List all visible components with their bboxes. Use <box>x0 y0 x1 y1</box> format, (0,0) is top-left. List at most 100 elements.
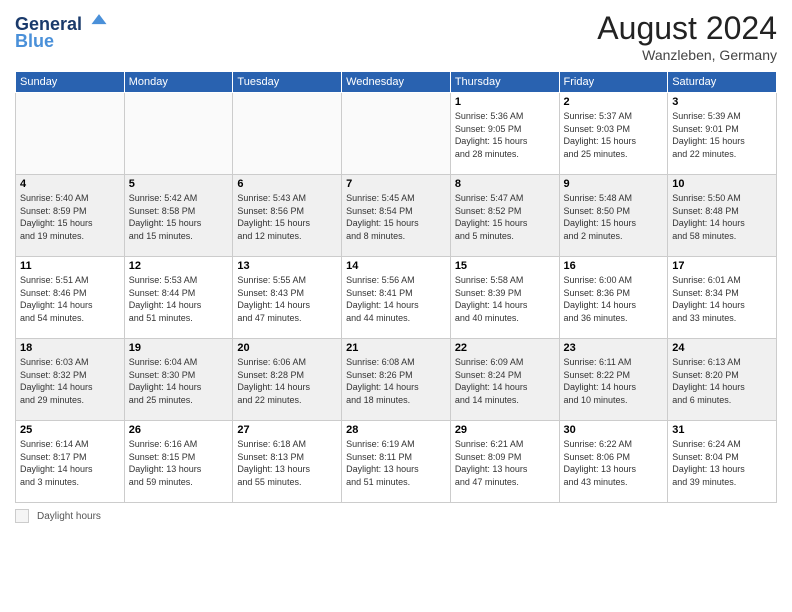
day-info: Sunrise: 5:40 AM Sunset: 8:59 PM Dayligh… <box>20 192 120 242</box>
day-info: Sunrise: 5:53 AM Sunset: 8:44 PM Dayligh… <box>129 274 229 324</box>
calendar-cell-1-1 <box>16 93 125 175</box>
day-info: Sunrise: 6:16 AM Sunset: 8:15 PM Dayligh… <box>129 438 229 488</box>
day-number: 10 <box>672 178 772 190</box>
day-info: Sunrise: 5:48 AM Sunset: 8:50 PM Dayligh… <box>564 192 664 242</box>
day-number: 3 <box>672 96 772 108</box>
calendar-cell-3-6: 16Sunrise: 6:00 AM Sunset: 8:36 PM Dayli… <box>559 257 668 339</box>
calendar-cell-5-5: 29 Sunrise: 6:21 AM Sunset: 8:09 PM Dayli… <box>450 421 559 503</box>
calendar-body: 1 Sunrise: 5:36 AM Sunset: 9:05 PM Daylig… <box>16 93 777 503</box>
calendar-cell-4-4: 21Sunrise: 6:08 AM Sunset: 8:26 PM Dayli… <box>342 339 451 421</box>
logo-icon <box>89 10 109 30</box>
day-number: 30 <box>564 424 664 436</box>
calendar-cell-1-3 <box>233 93 342 175</box>
calendar-cell-5-4: 28 Sunrise: 6:19 AM Sunset: 8:11 PM Dayli… <box>342 421 451 503</box>
day-info: Sunrise: 6:14 AM Sunset: 8:17 PM Dayligh… <box>20 438 120 488</box>
calendar-cell-4-6: 23Sunrise: 6:11 AM Sunset: 8:22 PM Dayli… <box>559 339 668 421</box>
day-number: 29 <box>455 424 555 436</box>
calendar-cell-3-7: 17 Sunrise: 6:01 AM Sunset: 8:34 PM Dayli… <box>668 257 777 339</box>
calendar-cell-3-1: 11Sunrise: 5:51 AM Sunset: 8:46 PM Dayli… <box>16 257 125 339</box>
day-info: Sunrise: 6:03 AM Sunset: 8:32 PM Dayligh… <box>20 356 120 406</box>
calendar-cell-5-1: 25 Sunrise: 6:14 AM Sunset: 8:17 PM Dayli… <box>16 421 125 503</box>
title-block: August 2024 Wanzleben, Germany <box>597 10 777 63</box>
day-number: 14 <box>346 260 446 272</box>
day-number: 1 <box>455 96 555 108</box>
day-info: Sunrise: 6:00 AM Sunset: 8:36 PM Dayligh… <box>564 274 664 324</box>
day-info: Sunrise: 5:39 AM Sunset: 9:01 PM Dayligh… <box>672 110 772 160</box>
col-wednesday: Wednesday <box>342 72 451 93</box>
week-row-4: 18 Sunrise: 6:03 AM Sunset: 8:32 PM Dayli… <box>16 339 777 421</box>
day-number: 11 <box>20 260 120 272</box>
calendar-header-row: Sunday Monday Tuesday Wednesday Thursday… <box>16 72 777 93</box>
calendar-cell-3-4: 14 Sunrise: 5:56 AM Sunset: 8:41 PM Dayli… <box>342 257 451 339</box>
day-info: Sunrise: 6:24 AM Sunset: 8:04 PM Dayligh… <box>672 438 772 488</box>
week-row-2: 4Sunrise: 5:40 AM Sunset: 8:59 PM Daylig… <box>16 175 777 257</box>
calendar-cell-4-3: 20 Sunrise: 6:06 AM Sunset: 8:28 PM Dayli… <box>233 339 342 421</box>
col-monday: Monday <box>124 72 233 93</box>
day-info: Sunrise: 5:43 AM Sunset: 8:56 PM Dayligh… <box>237 192 337 242</box>
calendar-cell-5-6: 30 Sunrise: 6:22 AM Sunset: 8:06 PM Dayli… <box>559 421 668 503</box>
day-number: 7 <box>346 178 446 190</box>
calendar-cell-1-5: 1 Sunrise: 5:36 AM Sunset: 9:05 PM Daylig… <box>450 93 559 175</box>
calendar-cell-1-6: 2Sunrise: 5:37 AM Sunset: 9:03 PM Daylig… <box>559 93 668 175</box>
col-friday: Friday <box>559 72 668 93</box>
calendar-cell-3-5: 15Sunrise: 5:58 AM Sunset: 8:39 PM Dayli… <box>450 257 559 339</box>
calendar-cell-2-7: 10 Sunrise: 5:50 AM Sunset: 8:48 PM Dayli… <box>668 175 777 257</box>
day-info: Sunrise: 5:42 AM Sunset: 8:58 PM Dayligh… <box>129 192 229 242</box>
day-number: 8 <box>455 178 555 190</box>
week-row-3: 11Sunrise: 5:51 AM Sunset: 8:46 PM Dayli… <box>16 257 777 339</box>
day-info: Sunrise: 6:04 AM Sunset: 8:30 PM Dayligh… <box>129 356 229 406</box>
day-info: Sunrise: 6:11 AM Sunset: 8:22 PM Dayligh… <box>564 356 664 406</box>
calendar-cell-2-4: 7 Sunrise: 5:45 AM Sunset: 8:54 PM Daylig… <box>342 175 451 257</box>
calendar-cell-1-7: 3 Sunrise: 5:39 AM Sunset: 9:01 PM Daylig… <box>668 93 777 175</box>
day-info: Sunrise: 5:55 AM Sunset: 8:43 PM Dayligh… <box>237 274 337 324</box>
col-saturday: Saturday <box>668 72 777 93</box>
col-thursday: Thursday <box>450 72 559 93</box>
calendar-cell-4-1: 18 Sunrise: 6:03 AM Sunset: 8:32 PM Dayli… <box>16 339 125 421</box>
calendar-cell-1-4 <box>342 93 451 175</box>
calendar-cell-4-7: 24Sunrise: 6:13 AM Sunset: 8:20 PM Dayli… <box>668 339 777 421</box>
col-tuesday: Tuesday <box>233 72 342 93</box>
day-info: Sunrise: 5:56 AM Sunset: 8:41 PM Dayligh… <box>346 274 446 324</box>
calendar-cell-5-7: 31 Sunrise: 6:24 AM Sunset: 8:04 PM Dayli… <box>668 421 777 503</box>
day-number: 17 <box>672 260 772 272</box>
day-info: Sunrise: 6:06 AM Sunset: 8:28 PM Dayligh… <box>237 356 337 406</box>
day-info: Sunrise: 6:19 AM Sunset: 8:11 PM Dayligh… <box>346 438 446 488</box>
day-number: 20 <box>237 342 337 354</box>
day-number: 27 <box>237 424 337 436</box>
day-info: Sunrise: 6:01 AM Sunset: 8:34 PM Dayligh… <box>672 274 772 324</box>
calendar-cell-4-2: 19 Sunrise: 6:04 AM Sunset: 8:30 PM Dayli… <box>124 339 233 421</box>
day-number: 25 <box>20 424 120 436</box>
logo: General Blue <box>15 10 109 52</box>
calendar-cell-5-3: 27 Sunrise: 6:18 AM Sunset: 8:13 PM Dayli… <box>233 421 342 503</box>
day-number: 13 <box>237 260 337 272</box>
day-number: 21 <box>346 342 446 354</box>
day-number: 28 <box>346 424 446 436</box>
day-number: 18 <box>20 342 120 354</box>
calendar-cell-2-1: 4Sunrise: 5:40 AM Sunset: 8:59 PM Daylig… <box>16 175 125 257</box>
day-info: Sunrise: 6:22 AM Sunset: 8:06 PM Dayligh… <box>564 438 664 488</box>
day-info: Sunrise: 6:21 AM Sunset: 8:09 PM Dayligh… <box>455 438 555 488</box>
calendar-table: Sunday Monday Tuesday Wednesday Thursday… <box>15 71 777 503</box>
day-number: 19 <box>129 342 229 354</box>
calendar-cell-2-6: 9Sunrise: 5:48 AM Sunset: 8:50 PM Daylig… <box>559 175 668 257</box>
header: General Blue August 2024 Wanzleben, Germ… <box>15 10 777 63</box>
day-number: 15 <box>455 260 555 272</box>
daylight-label: Daylight hours <box>37 511 101 522</box>
day-number: 31 <box>672 424 772 436</box>
day-number: 12 <box>129 260 229 272</box>
calendar-cell-3-2: 12 Sunrise: 5:53 AM Sunset: 8:44 PM Dayli… <box>124 257 233 339</box>
calendar-cell-2-5: 8 Sunrise: 5:47 AM Sunset: 8:52 PM Daylig… <box>450 175 559 257</box>
day-info: Sunrise: 5:50 AM Sunset: 8:48 PM Dayligh… <box>672 192 772 242</box>
footer: Daylight hours <box>15 509 777 523</box>
day-info: Sunrise: 5:36 AM Sunset: 9:05 PM Dayligh… <box>455 110 555 160</box>
calendar-cell-3-3: 13 Sunrise: 5:55 AM Sunset: 8:43 PM Dayli… <box>233 257 342 339</box>
day-info: Sunrise: 5:45 AM Sunset: 8:54 PM Dayligh… <box>346 192 446 242</box>
day-info: Sunrise: 5:47 AM Sunset: 8:52 PM Dayligh… <box>455 192 555 242</box>
day-number: 6 <box>237 178 337 190</box>
day-info: Sunrise: 6:18 AM Sunset: 8:13 PM Dayligh… <box>237 438 337 488</box>
calendar-cell-2-3: 6 Sunrise: 5:43 AM Sunset: 8:56 PM Daylig… <box>233 175 342 257</box>
day-number: 2 <box>564 96 664 108</box>
week-row-1: 1 Sunrise: 5:36 AM Sunset: 9:05 PM Daylig… <box>16 93 777 175</box>
page-container: General Blue August 2024 Wanzleben, Germ… <box>0 0 792 612</box>
day-number: 5 <box>129 178 229 190</box>
